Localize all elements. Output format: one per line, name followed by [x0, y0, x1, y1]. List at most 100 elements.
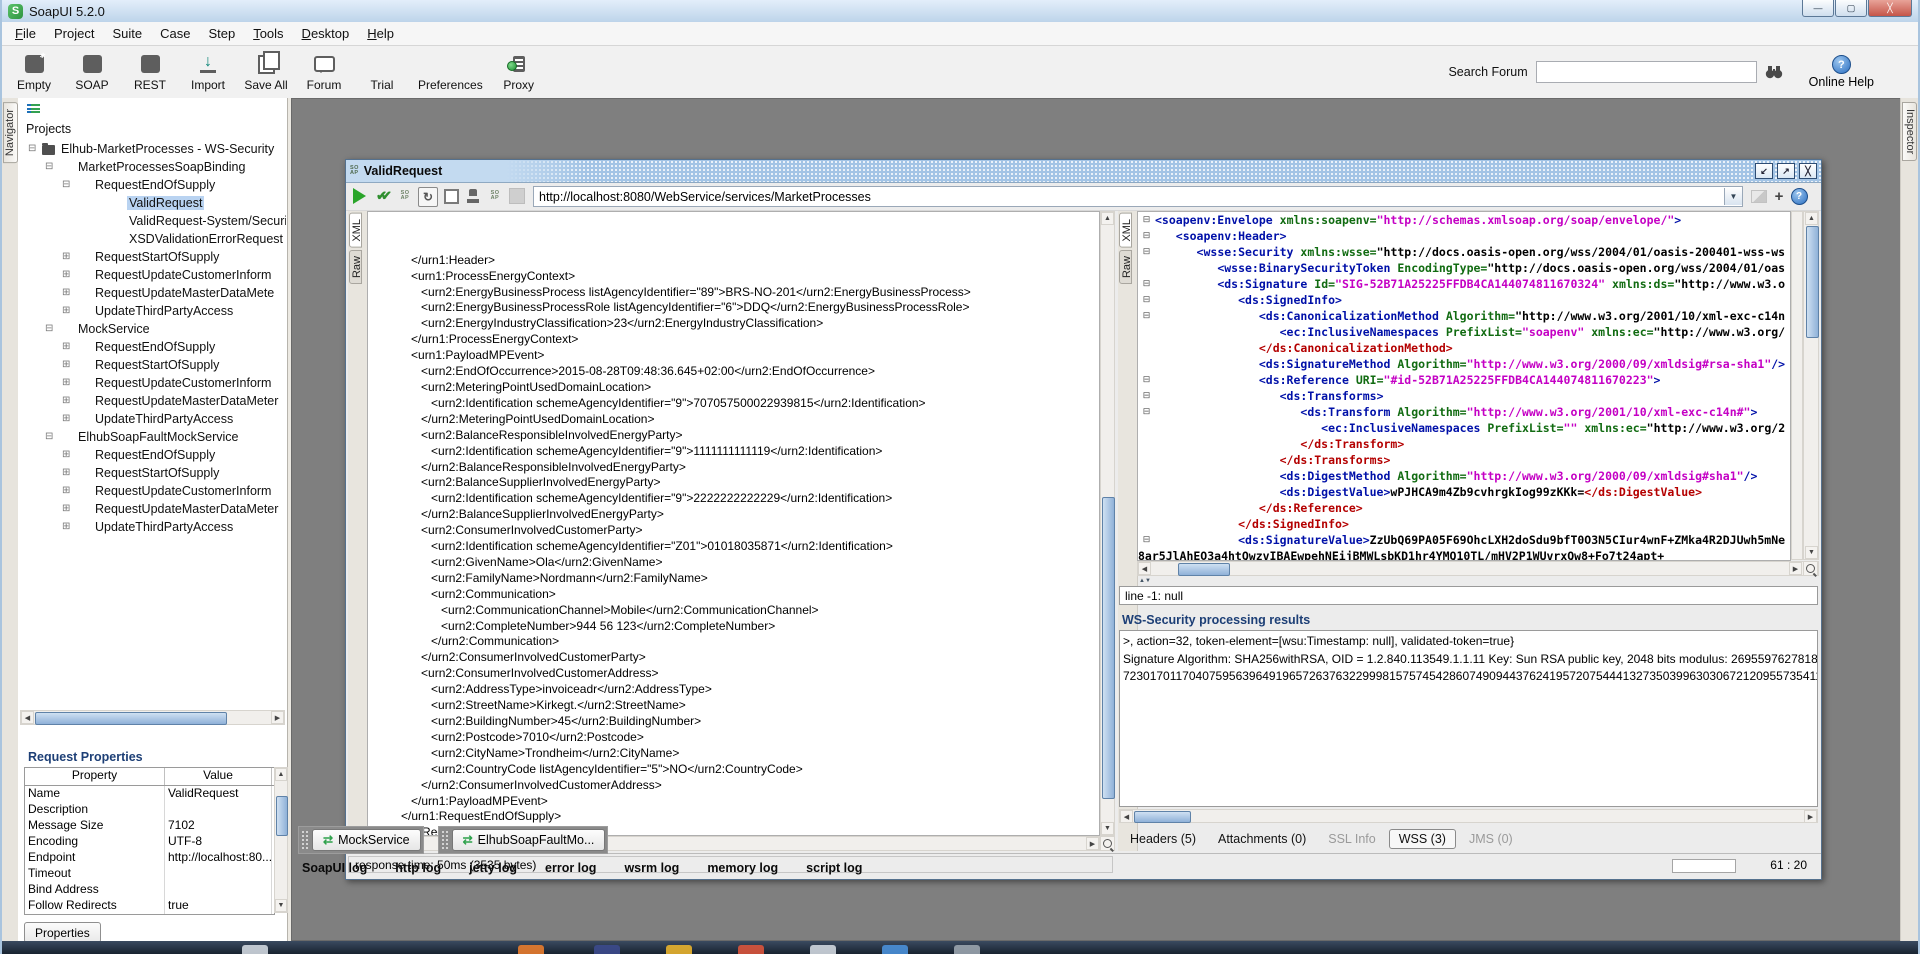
minimized-window-button[interactable]: ⇄ MockService	[312, 829, 421, 851]
fold-marker-icon[interactable]: ⊟	[1138, 372, 1155, 388]
tree-expander-icon[interactable]: ⊞	[62, 252, 75, 262]
tree-item[interactable]: ⊞ UpdateThirdPartyAccess	[18, 410, 286, 428]
tree-expander-icon[interactable]: ⊞	[62, 378, 75, 388]
taskbar-item[interactable]	[242, 945, 268, 954]
taskbar-item[interactable]	[738, 945, 764, 954]
menu-item[interactable]: Step	[199, 24, 244, 43]
properties-toggle-button[interactable]: Properties	[24, 922, 101, 943]
toolbar-button[interactable]: Forum	[302, 52, 346, 92]
fold-marker-icon[interactable]	[1138, 500, 1155, 516]
fold-marker-icon[interactable]: ⊟	[1138, 532, 1155, 548]
resubmit-request-button[interactable]: ✔✔	[372, 187, 390, 205]
menu-item[interactable]: Project	[45, 24, 103, 43]
toolbar-button[interactable]: Preferences	[418, 52, 483, 92]
log-tab[interactable]: jetty log	[469, 861, 517, 875]
fold-marker-icon[interactable]	[1138, 516, 1155, 532]
fold-marker-icon[interactable]	[1138, 324, 1155, 340]
tree-expander-icon[interactable]: ⊟	[62, 180, 75, 190]
toolbar-button[interactable]: REST	[128, 52, 172, 92]
fold-marker-icon[interactable]: ⊟	[1138, 404, 1155, 420]
tree-item[interactable]: ⊞ RequestEndOfSupply	[18, 446, 286, 464]
fold-marker-icon[interactable]: ⊟	[1138, 228, 1155, 244]
menu-item[interactable]: Suite	[103, 24, 151, 43]
response-inspector-tab[interactable]: JMS (0)	[1460, 830, 1522, 848]
column-header[interactable]: Property	[25, 768, 165, 785]
splitter-handle[interactable]: ▲▼	[1137, 577, 1819, 585]
request-help-icon[interactable]: ?	[1790, 187, 1808, 205]
tree-item[interactable]: ValidRequest-System/Securit	[18, 212, 286, 230]
tree-expander-icon[interactable]: ⊟	[45, 432, 58, 442]
fold-marker-icon[interactable]: ⊟	[1138, 308, 1155, 324]
property-row[interactable]: Timeout	[25, 866, 274, 882]
response-inspector-tab[interactable]: Headers (5)	[1121, 830, 1205, 848]
wss-horizontal-scrollbar[interactable]: ◀ ▶	[1119, 809, 1818, 823]
property-row[interactable]: Endpoint http://localhost:80...	[25, 850, 274, 866]
cancel-request-button[interactable]	[442, 187, 460, 205]
fold-marker-icon[interactable]	[1138, 420, 1155, 436]
drag-grip[interactable]	[441, 830, 449, 850]
windows-taskbar[interactable]	[2, 941, 1918, 954]
navigator-tab[interactable]: Navigator	[3, 102, 18, 163]
log-tab[interactable]: error log	[545, 861, 596, 875]
fold-marker-icon[interactable]	[1138, 340, 1155, 356]
tree-expander-icon[interactable]: ⊟	[28, 144, 41, 154]
request-vertical-scrollbar[interactable]: ▲ ▼	[1100, 211, 1115, 836]
tree-item[interactable]: XSDValidationErrorRequest	[18, 230, 286, 248]
fold-marker-icon[interactable]: ⊟	[1138, 388, 1155, 404]
taskbar-item[interactable]	[882, 945, 908, 954]
tree-expander-icon[interactable]: ⊞	[62, 288, 75, 298]
property-row[interactable]: Bind Address	[25, 882, 274, 898]
endpoint-combobox[interactable]: http://localhost:8080/WebService/service…	[533, 186, 1743, 207]
fold-marker-icon[interactable]	[1138, 436, 1155, 452]
editor-view-tab[interactable]: XML	[349, 213, 362, 248]
taskbar-item[interactable]	[954, 945, 980, 954]
minimized-window-button[interactable]: ⇄ ElhubSoapFaultMo...	[452, 829, 606, 851]
tree-item[interactable]: ⊞ RequestUpdateMasterDataMeter	[18, 392, 286, 410]
taskbar-item[interactable]	[518, 945, 544, 954]
tree-expander-icon[interactable]: ⊞	[62, 486, 75, 496]
recreate-request-icon[interactable]: SOAP	[396, 187, 414, 205]
submit-request-button[interactable]	[350, 187, 368, 205]
tree-item[interactable]: ⊟ RequestEndOfSupply	[18, 176, 286, 194]
response-inspector-tab[interactable]: Attachments (0)	[1209, 830, 1315, 848]
editor-view-tab[interactable]: XML	[1119, 213, 1132, 248]
toolbar-button[interactable]: Save All	[244, 52, 288, 92]
tree-mode-icon[interactable]	[27, 104, 40, 115]
tree-expander-icon[interactable]: ⊞	[62, 360, 75, 370]
menu-item[interactable]: File	[6, 24, 45, 43]
response-vertical-scrollbar[interactable]: ▲ ▼	[1803, 211, 1819, 560]
response-inspector-tab[interactable]: WSS (3)	[1389, 829, 1456, 849]
tree-item[interactable]: ⊞ RequestUpdateCustomerInform	[18, 266, 286, 284]
menu-item[interactable]: Tools	[244, 24, 292, 43]
tree-item[interactable]: ⊞ RequestStartOfSupply	[18, 464, 286, 482]
fold-marker-icon[interactable]	[1138, 356, 1155, 372]
property-row[interactable]: Follow Redirects true	[25, 898, 274, 914]
toolbar-button[interactable]: Empty	[12, 52, 56, 92]
unfloat-window-icon[interactable]: ↙	[1755, 163, 1773, 179]
property-row[interactable]: Name ValidRequest	[25, 786, 274, 802]
taskbar-item[interactable]	[666, 945, 692, 954]
tree-expander-icon[interactable]: ⊟	[45, 324, 58, 334]
close-window-icon[interactable]: ╳	[1799, 163, 1817, 179]
tree-item[interactable]: ⊟ MockService	[18, 320, 286, 338]
tree-expander-icon[interactable]: ⊞	[62, 468, 75, 478]
inspector-tab[interactable]: Inspector	[1902, 102, 1917, 161]
tree-item[interactable]: ⊞ RequestStartOfSupply	[18, 356, 286, 374]
property-row[interactable]: Description	[25, 802, 274, 818]
taskbar-item[interactable]	[810, 945, 836, 954]
tree-expander-icon[interactable]: ⊞	[62, 396, 75, 406]
maximize-window-icon[interactable]: ↗	[1777, 163, 1795, 179]
stamp-icon[interactable]	[464, 187, 482, 205]
log-tab[interactable]: memory log	[707, 861, 778, 875]
menu-item[interactable]: Help	[358, 24, 403, 43]
log-tab[interactable]: SoapUI log	[302, 861, 367, 875]
tree-item[interactable]: ⊞ RequestUpdateMasterDataMete	[18, 284, 286, 302]
tree-item[interactable]: ⊞ RequestUpdateCustomerInform	[18, 482, 286, 500]
response-editor[interactable]: ⊟ <soapenv:Envelope xmlns:soapenv="http:…	[1137, 211, 1791, 561]
drag-grip[interactable]	[301, 830, 309, 850]
chevron-down-icon[interactable]: ▼	[1724, 188, 1742, 205]
property-row[interactable]: Encoding UTF-8	[25, 834, 274, 850]
auto-refresh-toggle[interactable]: ↻	[418, 187, 438, 207]
fold-marker-icon[interactable]	[1138, 260, 1155, 276]
column-header[interactable]: Value	[165, 768, 272, 785]
